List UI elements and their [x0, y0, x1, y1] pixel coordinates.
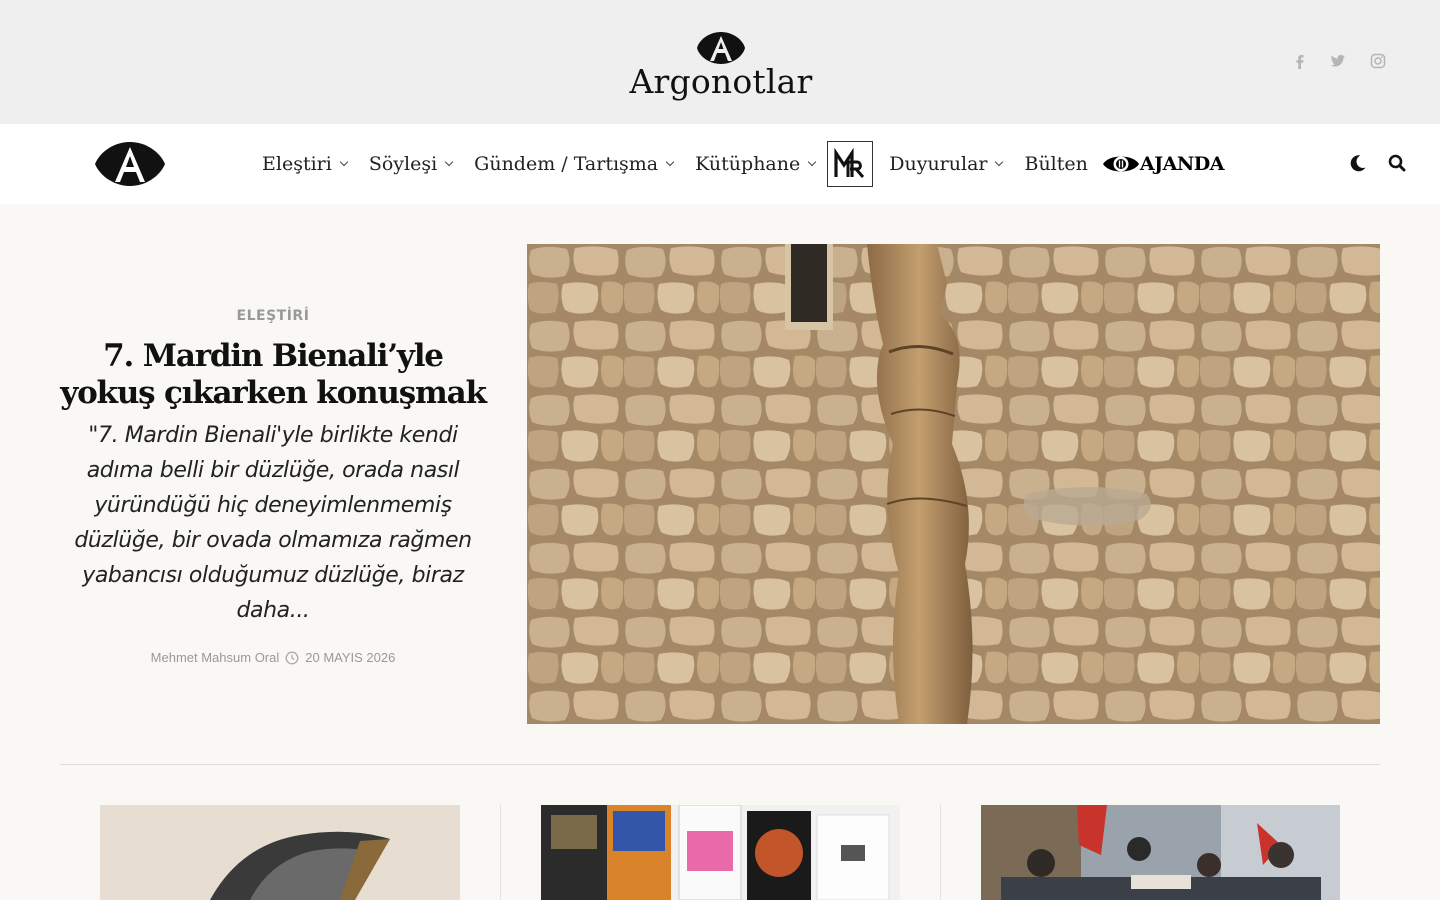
- chevron-down-icon: [995, 157, 1004, 167]
- books-collage-image: [541, 805, 900, 900]
- mr-logo-button[interactable]: [827, 141, 874, 187]
- stone-wall-sculpture-image: [527, 244, 1380, 724]
- chevron-down-icon: [339, 157, 349, 167]
- hero-excerpt: "7. Mardin Bienali'yle birlikte kendi ad…: [74, 423, 472, 623]
- chevron-down-icon: [444, 157, 454, 167]
- nav-item-label: Söyleşi: [368, 153, 438, 175]
- top-banner: Argonotlar: [0, 0, 1440, 124]
- hero-image[interactable]: [527, 244, 1380, 724]
- publish-date: 20 MAYIS 2026: [305, 650, 396, 665]
- protest-photo-image: [981, 805, 1340, 900]
- hero-meta: Mehmet Mahsum Oral 20 MAYIS 2026: [60, 650, 486, 665]
- nav-menu: Eleştiri Söyleşi Gündem / Tartışma Kütüp…: [262, 124, 1224, 204]
- hero-article: ELEŞTİRİ 7. Mardin Bienali’yle yokuş çık…: [60, 300, 487, 665]
- nav-item-ajanda[interactable]: AJANDA: [1102, 151, 1224, 177]
- nav-item-label: Eleştiri: [262, 153, 332, 175]
- chevron-down-icon: [807, 157, 817, 167]
- eye-icon: [1102, 156, 1139, 172]
- nav-item-kutuphane[interactable]: Kütüphane: [695, 153, 817, 175]
- nav-item-gundem[interactable]: Gündem / Tartışma: [474, 153, 675, 175]
- section-divider: [60, 764, 1380, 765]
- hero-category-link[interactable]: ELEŞTİRİ: [60, 308, 486, 324]
- nav-item-bulten[interactable]: Bülten: [1024, 153, 1087, 175]
- nav-item-label: Duyurular: [889, 153, 988, 175]
- site-brand[interactable]: Argonotlar: [628, 30, 814, 106]
- search-icon[interactable]: [1386, 152, 1408, 174]
- column-separator: [940, 805, 941, 900]
- card-image-book[interactable]: [100, 805, 460, 900]
- nav-item-label: Gündem / Tartışma: [474, 153, 659, 175]
- argonotlar-nav-logo-icon[interactable]: [94, 140, 166, 188]
- facebook-icon[interactable]: [1291, 52, 1309, 70]
- chevron-down-icon: [665, 157, 675, 167]
- instagram-icon[interactable]: [1369, 52, 1387, 70]
- card-image-books-collage[interactable]: [541, 805, 900, 900]
- twitter-icon[interactable]: [1329, 52, 1347, 70]
- nav-item-soylesi[interactable]: Söyleşi: [368, 153, 454, 175]
- clock-icon: [285, 651, 299, 664]
- main-navbar: Eleştiri Söyleşi Gündem / Tartışma Kütüp…: [0, 124, 1440, 204]
- author-link[interactable]: Mehmet Mahsum Oral: [151, 650, 280, 665]
- nav-item-label: Bülten: [1024, 153, 1088, 175]
- nav-item-elestiri[interactable]: Eleştiri: [262, 153, 349, 175]
- moon-icon[interactable]: [1347, 152, 1369, 174]
- nav-item-duyurular[interactable]: Duyurular: [889, 153, 1004, 175]
- card-image-protest[interactable]: [981, 805, 1340, 900]
- open-book-image: [100, 805, 460, 900]
- nav-item-label: Kütüphane: [695, 153, 801, 175]
- ajanda-label: AJANDA: [1139, 153, 1225, 175]
- hero-title-link[interactable]: 7. Mardin Bienali’yle yokuş çıkarken kon…: [60, 338, 487, 412]
- site-name: Argonotlar: [629, 62, 813, 101]
- mr-monogram-icon: [834, 147, 865, 178]
- column-separator: [500, 805, 501, 900]
- argonotlar-logo-icon: [697, 32, 745, 64]
